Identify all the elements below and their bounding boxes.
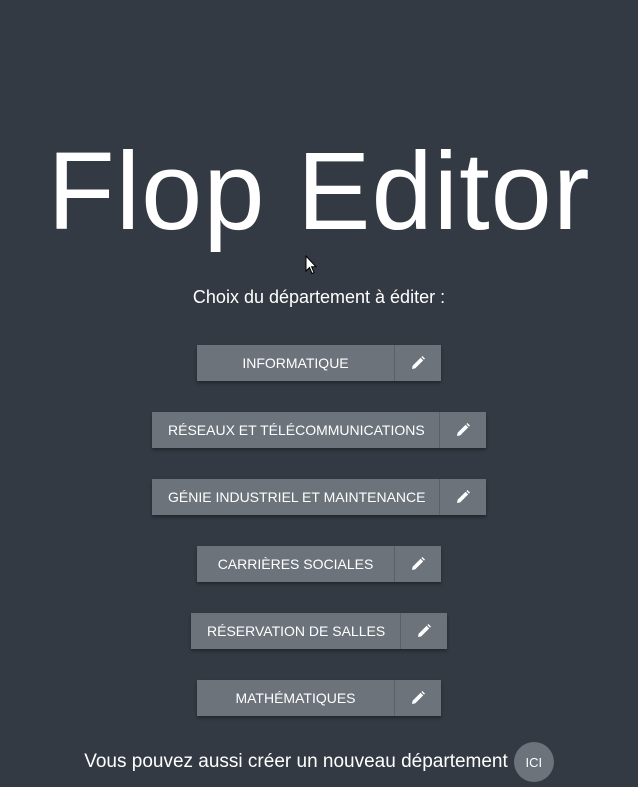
department-button-group: CARRIÈRES SOCIALES xyxy=(197,546,441,582)
department-button-genie[interactable]: GÉNIE INDUSTRIEL ET MAINTENANCE xyxy=(152,479,440,515)
pencil-icon xyxy=(412,691,425,704)
department-row-genie: GÉNIE INDUSTRIEL ET MAINTENANCE xyxy=(0,479,638,515)
department-button-informatique[interactable]: INFORMATIQUE xyxy=(197,345,395,381)
department-button-mathematiques[interactable]: MATHÉMATIQUES xyxy=(197,680,395,716)
department-row-informatique: INFORMATIQUE xyxy=(0,345,638,381)
department-button-group: MATHÉMATIQUES xyxy=(197,680,441,716)
department-button-group: INFORMATIQUE xyxy=(197,345,441,381)
department-prompt: Choix du département à éditer : xyxy=(192,287,446,307)
create-department-text: Vous pouvez aussi créer un nouveau dépar… xyxy=(84,751,508,772)
department-button-group: GÉNIE INDUSTRIEL ET MAINTENANCE xyxy=(152,479,486,515)
department-button-group: RÉSERVATION DE SALLES xyxy=(191,613,447,649)
pencil-icon xyxy=(418,624,431,637)
page: Flop Editor Choix du département à édite… xyxy=(0,0,638,787)
department-button-carrieres[interactable]: CARRIÈRES SOCIALES xyxy=(197,546,395,582)
pencil-icon xyxy=(457,490,470,503)
edit-department-button[interactable] xyxy=(401,613,447,649)
pencil-icon xyxy=(412,557,425,570)
edit-department-button[interactable] xyxy=(440,412,486,448)
create-department-button[interactable]: ICI xyxy=(513,742,554,782)
department-button-reservation[interactable]: RÉSERVATION DE SALLES xyxy=(191,613,401,649)
department-row-reservation: RÉSERVATION DE SALLES xyxy=(0,613,638,649)
department-list: INFORMATIQUE RÉSEAUX ET TÉLÉCOMMUNICATIO… xyxy=(0,345,638,747)
department-row-carrieres: CARRIÈRES SOCIALES xyxy=(0,546,638,582)
edit-department-button[interactable] xyxy=(395,546,441,582)
mouse-cursor-icon xyxy=(305,255,317,275)
create-department-footer: Vous pouvez aussi créer un nouveau dépar… xyxy=(0,742,638,782)
edit-department-button[interactable] xyxy=(395,680,441,716)
pencil-icon xyxy=(412,356,425,369)
department-button-group: RÉSEAUX ET TÉLÉCOMMUNICATIONS xyxy=(152,412,486,448)
department-row-reseaux: RÉSEAUX ET TÉLÉCOMMUNICATIONS xyxy=(0,412,638,448)
edit-department-button[interactable] xyxy=(440,479,486,515)
department-button-reseaux[interactable]: RÉSEAUX ET TÉLÉCOMMUNICATIONS xyxy=(152,412,440,448)
pencil-icon xyxy=(457,423,470,436)
edit-department-button[interactable] xyxy=(395,345,441,381)
department-row-mathematiques: MATHÉMATIQUES xyxy=(0,680,638,716)
page-title: Flop Editor xyxy=(47,130,591,253)
